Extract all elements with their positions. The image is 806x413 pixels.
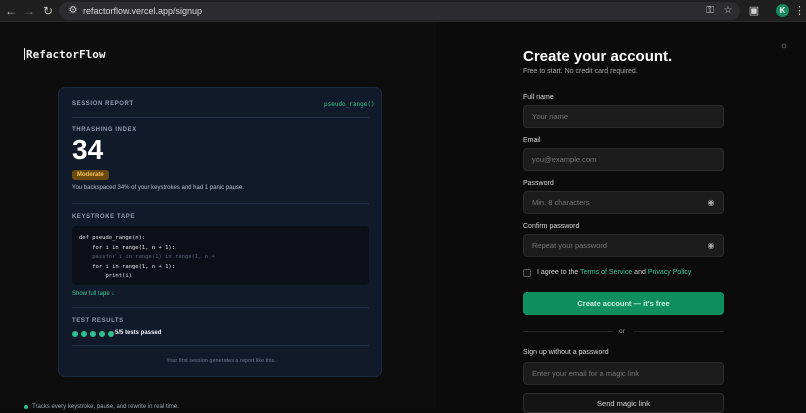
url-text[interactable]: refactorflow.vercel.app/signup <box>83 5 202 17</box>
full-name-input[interactable] <box>523 105 724 128</box>
test-pass-dot <box>72 331 78 337</box>
thrashing-index-value: 34 <box>72 134 104 165</box>
privacy-policy-link[interactable]: Privacy Policy <box>648 269 692 276</box>
divider <box>72 117 369 118</box>
bookmark-star-icon[interactable]: ☆ <box>722 5 734 17</box>
divider <box>72 345 369 346</box>
password-input[interactable] <box>523 191 724 214</box>
test-result-dots <box>72 331 114 337</box>
address-bar[interactable]: ⚙ refactorflow.vercel.app/signup ⚿ ☆ <box>59 2 740 20</box>
thrashing-index-label: THRASHING INDEX <box>72 127 137 133</box>
back-icon[interactable]: ← <box>3 3 19 19</box>
keystroke-tape-code: def pseudo_range(n): for i in range(1, n… <box>72 226 369 285</box>
agree-and: and <box>634 269 646 276</box>
email-input[interactable] <box>523 148 724 171</box>
agree-terms-checkbox[interactable] <box>523 269 531 277</box>
agree-terms-text: I agree to the Terms of Service and Priv… <box>537 269 691 276</box>
site-settings-icon[interactable]: ⚙ <box>67 5 79 17</box>
full-name-label: Full name <box>523 94 554 101</box>
code-line-deleted: passfor i in range(1) in range(1, n + <box>79 254 215 260</box>
brand-name: RefactorFlow <box>26 48 106 61</box>
email-label: Email <box>523 137 541 144</box>
severity-badge: Moderate <box>72 170 109 180</box>
code-line: for i in range(1, n + 1): <box>79 244 176 251</box>
show-full-tape-link[interactable]: Show full tape ↓ <box>72 291 114 297</box>
divider <box>523 331 613 332</box>
show-confirm-password-eye-icon[interactable]: ◉ <box>706 241 716 251</box>
page-title: Create your account. <box>523 48 673 65</box>
extensions-icon[interactable]: ▣ <box>746 3 762 19</box>
code-line: print(i) <box>79 273 132 279</box>
theme-toggle-sun-icon[interactable]: ☼ <box>779 40 789 50</box>
confirm-password-input[interactable] <box>523 234 724 257</box>
session-report-card: SESSION REPORT pseudo_range() THRASHING … <box>58 87 382 377</box>
keystroke-tape-label: KEYSTROKE TAPE <box>72 214 135 220</box>
show-password-eye-icon[interactable]: ◉ <box>706 198 716 208</box>
thrashing-description: You backspaced 34% of your keystrokes an… <box>72 185 244 191</box>
profile-avatar[interactable]: K <box>776 4 789 17</box>
code-line: for i in range(1, n + 1): <box>79 263 176 270</box>
agree-prefix: I agree to the <box>537 269 579 276</box>
reload-icon[interactable]: ↻ <box>40 3 56 19</box>
create-account-button[interactable]: Create account — it's free <box>523 292 724 315</box>
test-pass-dot <box>99 331 105 337</box>
menu-kebab-icon[interactable]: ⋮ <box>794 3 805 19</box>
report-footnote: Your first session generates a report li… <box>166 358 276 364</box>
browser-toolbar: ← → ↻ ⚙ refactorflow.vercel.app/signup ⚿… <box>0 0 806 22</box>
test-pass-dot <box>108 331 114 337</box>
divider <box>72 307 369 308</box>
test-results-label: TEST RESULTS <box>72 318 124 324</box>
terms-of-service-link[interactable]: Terms of Service <box>580 269 632 276</box>
test-pass-dot <box>90 331 96 337</box>
cursor-caret <box>24 48 25 60</box>
magic-link-label: Sign up without a password <box>523 349 609 356</box>
send-magic-link-button[interactable]: Send magic link <box>523 393 724 413</box>
password-label: Password <box>523 180 554 187</box>
confirm-password-label: Confirm password <box>523 223 580 230</box>
password-key-icon[interactable]: ⚿ <box>704 5 716 17</box>
divider <box>72 203 369 204</box>
right-pane <box>436 22 806 408</box>
brand-logo[interactable]: RefactorFlow <box>24 48 105 61</box>
session-report-title: SESSION REPORT <box>72 101 134 107</box>
or-separator: or <box>619 328 625 335</box>
page-subtitle: Free to start. No credit card required. <box>523 68 638 75</box>
function-tag: pseudo_range() <box>324 101 375 108</box>
forward-icon[interactable]: → <box>21 3 37 19</box>
feature-bullet-icon <box>24 405 28 409</box>
feature-note: Tracks every keystroke, pause, and rewri… <box>32 404 179 410</box>
test-pass-dot <box>81 331 87 337</box>
divider <box>634 331 724 332</box>
tests-summary: 5/5 tests passed <box>115 330 162 336</box>
magic-link-email-input[interactable] <box>523 362 724 385</box>
code-line: def pseudo_range(n): <box>79 235 146 241</box>
